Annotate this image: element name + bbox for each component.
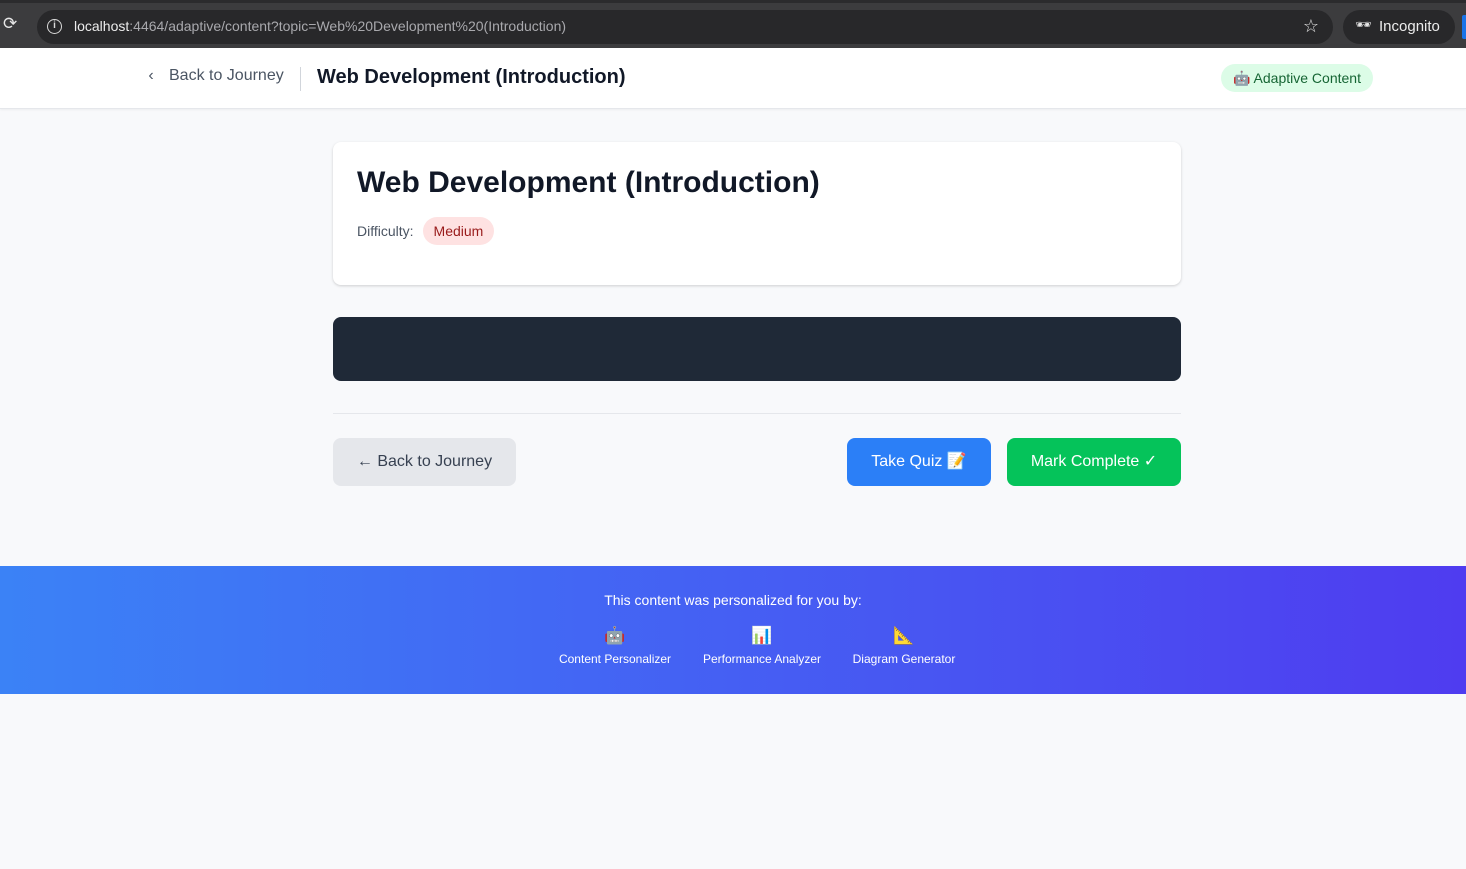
- header-back-link[interactable]: ‹ Back to Journey: [143, 67, 284, 85]
- agent-label: Diagram Generator: [852, 652, 956, 666]
- robot-icon: 🤖: [604, 626, 626, 645]
- bar-chart-icon: 📊: [751, 626, 773, 645]
- difficulty-label: Difficulty:: [357, 223, 414, 239]
- agent-diagram-generator: 📐 Diagram Generator: [849, 624, 959, 666]
- site-info-icon[interactable]: i: [47, 19, 62, 34]
- adaptive-content-badge: 🤖 Adaptive Content: [1221, 64, 1373, 92]
- incognito-label: Incognito: [1379, 18, 1440, 35]
- divider: [333, 413, 1181, 414]
- topic-card: Web Development (Introduction) Difficult…: [333, 142, 1181, 285]
- profile-edge: [1462, 15, 1466, 39]
- bookmark-star-icon[interactable]: ☆: [1303, 16, 1319, 37]
- agent-label: Performance Analyzer: [702, 652, 822, 666]
- difficulty-row: Difficulty: Medium: [357, 217, 495, 245]
- chevron-left-icon: ‹: [148, 67, 154, 84]
- address-bar[interactable]: i localhost:4464/adaptive/content?topic=…: [37, 10, 1333, 44]
- incognito-indicator[interactable]: 🕶 Incognito: [1343, 10, 1455, 44]
- topic-title: Web Development (Introduction): [357, 166, 820, 199]
- personalization-footer: This content was personalized for you by…: [0, 566, 1466, 694]
- back-to-journey-button[interactable]: ← Back to Journey: [333, 438, 516, 486]
- difficulty-badge: Medium: [422, 217, 495, 245]
- app-header: ‹ Back to Journey Web Development (Intro…: [0, 48, 1466, 109]
- browser-toolbar: ⟳ i localhost:4464/adaptive/content?topi…: [0, 0, 1466, 48]
- header-back-label: Back to Journey: [169, 67, 284, 84]
- take-quiz-button[interactable]: Take Quiz 📝: [847, 438, 991, 486]
- triangle-ruler-icon: 📐: [893, 626, 915, 645]
- agent-content-personalizer: 🤖 Content Personalizer: [554, 624, 676, 666]
- agent-performance-analyzer: 📊 Performance Analyzer: [700, 624, 824, 666]
- reload-icon[interactable]: ⟳: [3, 15, 21, 33]
- page-title: Web Development (Introduction): [317, 66, 626, 88]
- url-host: localhost: [74, 18, 130, 34]
- content-code-block: [333, 317, 1181, 381]
- url-path: :4464/adaptive/content?topic=Web%20Devel…: [129, 18, 567, 34]
- agent-label: Content Personalizer: [558, 652, 672, 666]
- footer-caption: This content was personalized for you by…: [604, 592, 862, 608]
- url-text[interactable]: localhost:4464/adaptive/content?topic=We…: [74, 18, 566, 34]
- incognito-icon: 🕶: [1355, 17, 1372, 32]
- header-divider: [300, 67, 301, 91]
- mark-complete-button[interactable]: Mark Complete ✓: [1007, 438, 1181, 486]
